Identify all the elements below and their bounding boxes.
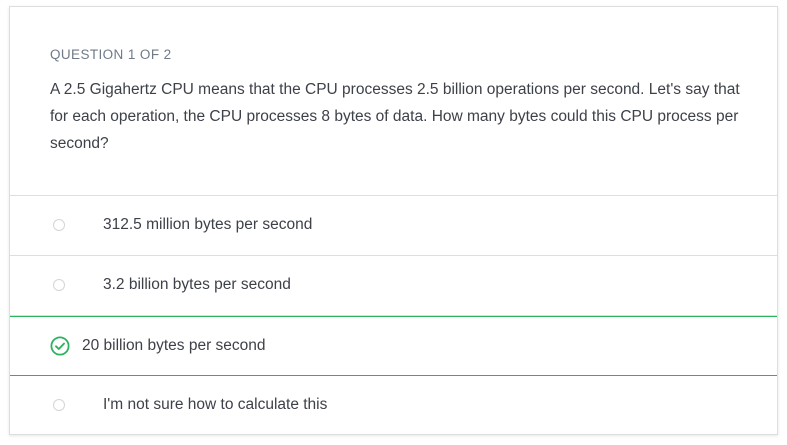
answer-option-label: 312.5 million bytes per second xyxy=(103,216,313,233)
check-circle-icon xyxy=(50,336,70,356)
question-block: QUESTION 1 OF 2 A 2.5 Gigahertz CPU mean… xyxy=(10,7,777,196)
answer-option-label: 20 billion bytes per second xyxy=(82,337,266,354)
answer-option-3[interactable]: 20 billion bytes per second xyxy=(10,316,777,376)
question-counter: QUESTION 1 OF 2 xyxy=(50,47,172,62)
answer-option-label: I'm not sure how to calculate this xyxy=(103,396,328,413)
radio-empty-icon[interactable] xyxy=(53,279,65,291)
question-prompt: A 2.5 Gigahertz CPU means that the CPU p… xyxy=(50,81,740,152)
answer-option-label: 3.2 billion bytes per second xyxy=(103,276,291,293)
answer-option-1[interactable]: 312.5 million bytes per second xyxy=(10,196,777,256)
radio-empty-icon[interactable] xyxy=(53,219,65,231)
quiz-card: QUESTION 1 OF 2 A 2.5 Gigahertz CPU mean… xyxy=(9,6,778,435)
answer-option-4[interactable]: I'm not sure how to calculate this xyxy=(10,376,777,434)
answer-option-2[interactable]: 3.2 billion bytes per second xyxy=(10,256,777,316)
radio-empty-icon[interactable] xyxy=(53,399,65,411)
